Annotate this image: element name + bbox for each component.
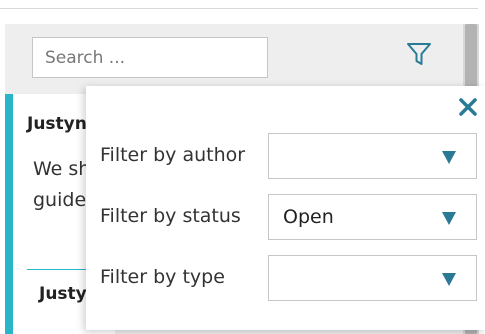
filter-popup: Filter by author Filter by status Open F… [86,86,485,330]
funnel-icon [407,43,431,65]
filter-row-author: Filter by author [86,133,485,179]
reply-author: Justy [39,284,87,304]
filter-row-type: Filter by type [86,255,485,301]
search-input[interactable] [32,37,268,78]
filter-row-status: Filter by status Open [86,194,485,240]
dropdown-arrow-icon [442,151,456,164]
filter-toggle-button[interactable] [405,40,433,68]
filter-status-label: Filter by status [100,205,241,227]
filter-status-value: Open [283,206,334,228]
close-icon [459,98,477,116]
filter-type-select[interactable] [268,255,477,301]
top-divider [0,8,478,9]
filter-author-label: Filter by author [100,144,246,166]
filter-type-label: Filter by type [100,266,225,288]
close-button[interactable] [457,96,479,118]
dropdown-arrow-icon [442,273,456,286]
filter-author-select[interactable] [268,133,477,179]
dropdown-arrow-icon [442,212,456,225]
card-accent-bar [5,94,13,334]
filter-status-select[interactable]: Open [268,194,477,240]
